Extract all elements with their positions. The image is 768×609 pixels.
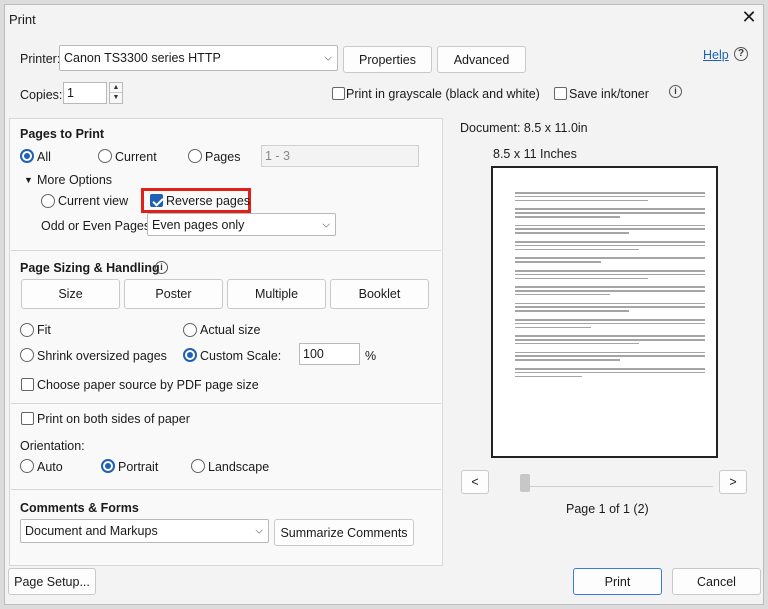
chevron-down-icon: ⌵ xyxy=(322,219,330,230)
radio-portrait[interactable] xyxy=(101,459,115,473)
copies-label: Copies: xyxy=(20,88,63,102)
preview-text-block xyxy=(515,192,705,379)
chevron-down-icon: ⌵ xyxy=(255,525,263,537)
printer-select-value: Canon TS3300 series HTTP xyxy=(64,51,221,65)
custom-scale-input[interactable]: 100 xyxy=(299,343,360,365)
radio-all[interactable] xyxy=(20,149,34,163)
radio-auto[interactable] xyxy=(20,459,34,473)
chevron-down-icon: ⌵ xyxy=(324,52,332,64)
duplex-checkbox[interactable] xyxy=(21,412,34,425)
actual-size-label: Actual size xyxy=(200,323,261,337)
duplex-label: Print on both sides of paper xyxy=(37,412,190,426)
radio-actual-size[interactable] xyxy=(183,323,197,337)
radio-current[interactable] xyxy=(98,149,112,163)
print-button[interactable]: Print xyxy=(573,568,662,595)
info-icon[interactable]: i xyxy=(669,85,682,98)
stepper-down-icon[interactable]: ▼ xyxy=(110,93,122,103)
current-view-label: Current view xyxy=(58,194,129,208)
page-indicator: Page 1 of 1 (2) xyxy=(566,502,649,516)
comments-forms-select-value: Document and Markups xyxy=(25,524,158,538)
radio-fit[interactable] xyxy=(20,323,34,337)
percent-label: % xyxy=(365,349,377,363)
shrink-label: Shrink oversized pages xyxy=(37,349,167,363)
paper-size-label: 8.5 x 11 Inches xyxy=(493,147,577,161)
comments-forms-title: Comments & Forms xyxy=(20,501,139,515)
divider xyxy=(11,403,441,404)
copies-input[interactable]: 1 xyxy=(63,82,107,104)
properties-button[interactable]: Properties xyxy=(343,46,432,73)
size-button[interactable]: Size xyxy=(21,279,120,309)
grayscale-checkbox[interactable] xyxy=(332,87,345,100)
pages-to-print-title: Pages to Print xyxy=(20,127,105,141)
window-title: Print xyxy=(9,12,36,27)
grayscale-label: Print in grayscale (black and white) xyxy=(346,87,540,101)
odd-even-select[interactable]: Even pages only ⌵ xyxy=(147,213,336,236)
odd-even-label: Odd or Even Pages: xyxy=(41,219,154,233)
reverse-pages-label: Reverse pages xyxy=(166,194,251,208)
radio-current-view[interactable] xyxy=(41,194,55,208)
portrait-label: Portrait xyxy=(118,460,159,474)
radio-pages[interactable] xyxy=(188,149,202,163)
divider xyxy=(11,250,441,251)
radio-shrink[interactable] xyxy=(20,348,34,362)
multiple-button[interactable]: Multiple xyxy=(227,279,326,309)
comments-forms-select[interactable]: Document and Markups ⌵ xyxy=(20,519,269,543)
more-options-toggle[interactable]: More Options xyxy=(37,173,112,187)
save-ink-checkbox[interactable] xyxy=(554,87,567,100)
paper-source-checkbox[interactable] xyxy=(21,378,34,391)
save-ink-label: Save ink/toner xyxy=(569,87,649,101)
copies-stepper[interactable]: ▲ ▼ xyxy=(109,82,123,104)
radio-current-label: Current xyxy=(115,150,157,164)
radio-custom-scale[interactable] xyxy=(183,348,197,362)
document-size-label: Document: 8.5 x 11.0in xyxy=(460,121,588,135)
stepper-up-icon[interactable]: ▲ xyxy=(110,83,122,93)
printer-select[interactable]: Canon TS3300 series HTTP ⌵ xyxy=(59,45,338,71)
cancel-button[interactable]: Cancel xyxy=(672,568,761,595)
close-icon[interactable]: ✕ xyxy=(739,7,759,28)
print-dialog: Print ✕ Printer: Canon TS3300 series HTT… xyxy=(4,4,764,605)
odd-even-select-value: Even pages only xyxy=(152,217,245,232)
landscape-label: Landscape xyxy=(208,460,270,474)
page-slider-thumb[interactable] xyxy=(520,474,530,492)
triangle-down-icon[interactable]: ▼ xyxy=(24,175,33,185)
poster-button[interactable]: Poster xyxy=(124,279,223,309)
radio-landscape[interactable] xyxy=(191,459,205,473)
divider xyxy=(11,489,441,490)
radio-pages-label: Pages xyxy=(205,150,241,164)
fit-label: Fit xyxy=(37,323,51,337)
printer-label: Printer: xyxy=(20,52,61,66)
page-setup-button[interactable]: Page Setup... xyxy=(8,568,96,595)
booklet-button[interactable]: Booklet xyxy=(330,279,429,309)
summarize-comments-button[interactable]: Summarize Comments xyxy=(274,519,414,546)
auto-label: Auto xyxy=(37,460,63,474)
reverse-pages-checkbox[interactable] xyxy=(150,194,163,207)
custom-scale-label: Custom Scale: xyxy=(200,349,282,363)
pages-range-input[interactable]: 1 - 3 xyxy=(261,145,419,167)
prev-page-button[interactable]: < xyxy=(461,470,489,494)
orientation-label: Orientation: xyxy=(20,439,85,453)
page-preview xyxy=(491,166,718,458)
page-sizing-title: Page Sizing & Handling xyxy=(20,261,160,275)
info-icon[interactable]: i xyxy=(155,261,168,274)
advanced-button[interactable]: Advanced xyxy=(437,46,526,73)
help-icon[interactable]: ? xyxy=(734,47,748,61)
next-page-button[interactable]: > xyxy=(719,470,747,494)
page-slider-track xyxy=(523,486,713,487)
paper-source-label: Choose paper source by PDF page size xyxy=(37,378,259,392)
radio-all-label: All xyxy=(37,150,51,164)
help-link[interactable]: Help xyxy=(703,48,729,62)
